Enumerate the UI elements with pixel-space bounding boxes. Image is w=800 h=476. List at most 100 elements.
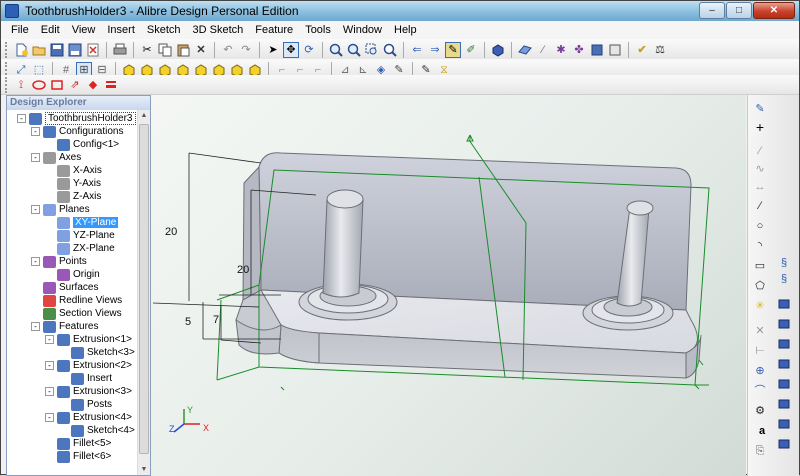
measure-icon[interactable]: ⚖	[652, 42, 668, 58]
tree-item[interactable]: Config<1>	[45, 138, 119, 151]
tree-item[interactable]: Surfaces	[31, 281, 98, 294]
menu-file[interactable]: File	[5, 24, 35, 36]
tree-item[interactable]: - Features	[31, 320, 98, 333]
pan-icon[interactable]: ✥	[283, 41, 299, 58]
tree-expander-icon[interactable]: -	[31, 257, 40, 266]
tree-expander-icon[interactable]: -	[45, 413, 54, 422]
extrude-boss-icon[interactable]	[776, 295, 792, 311]
dimension-20-inner[interactable]: 20	[237, 264, 249, 276]
menu-help[interactable]: Help	[388, 24, 423, 36]
tree-item[interactable]: - Configurations	[31, 125, 123, 138]
title-bar[interactable]: ToothbrushHolder3 - Alibre Design Person…	[1, 1, 799, 21]
delete-icon[interactable]: ✕	[193, 42, 209, 58]
zoom-window-icon[interactable]	[364, 42, 380, 58]
helix-icon[interactable]: §	[776, 271, 792, 287]
select-arrow-icon[interactable]: ➤	[265, 42, 281, 58]
tree-expander-icon[interactable]: -	[31, 322, 40, 331]
tree-expander-icon[interactable]: -	[31, 127, 40, 136]
menu-edit[interactable]: Edit	[35, 24, 66, 36]
pattern-icon[interactable]	[776, 435, 792, 451]
tree-item[interactable]: - Extrusion<2>	[45, 359, 132, 372]
tree-expander-icon[interactable]: -	[31, 205, 40, 214]
add-icon[interactable]: +	[752, 119, 768, 135]
revolve-cut-icon[interactable]	[776, 355, 792, 371]
paste-icon[interactable]	[175, 42, 191, 58]
tree-item[interactable]: Posts	[59, 398, 112, 411]
dimension-20-outer[interactable]: 20	[165, 226, 177, 238]
tree-expander-icon[interactable]: -	[45, 361, 54, 370]
tree-item[interactable]: - Planes	[31, 203, 90, 216]
redline-rectangle-icon[interactable]	[49, 77, 65, 93]
trim-tool-icon[interactable]: ✕	[752, 323, 768, 339]
text-tool-icon[interactable]: a	[754, 423, 770, 439]
mirror-icon[interactable]: ⊢	[752, 343, 768, 359]
redline-arrow-icon[interactable]: ⇗	[67, 77, 83, 93]
copy-icon[interactable]	[157, 42, 173, 58]
tree-item[interactable]: Y-Axis	[45, 177, 101, 190]
redline-fill-icon[interactable]: ◆	[85, 77, 101, 93]
menu-feature[interactable]: Feature	[249, 24, 299, 36]
zoom-fit-icon[interactable]	[382, 42, 398, 58]
equations-icon[interactable]	[607, 42, 623, 58]
tree-item[interactable]: Fillet<6>	[45, 450, 111, 463]
tree-item[interactable]: - Extrusion<1>	[45, 333, 132, 346]
redline-ellipse-icon[interactable]	[31, 77, 47, 93]
previous-view-icon[interactable]: ⇐	[409, 42, 425, 58]
dimension-7[interactable]: 7	[213, 314, 219, 326]
menu-window[interactable]: Window	[337, 24, 388, 36]
cut-icon[interactable]: ✂	[139, 42, 155, 58]
tree-item[interactable]: Section Views	[31, 307, 122, 320]
scroll-down-icon[interactable]: ▼	[139, 464, 149, 475]
spline-icon[interactable]: ∿	[752, 161, 768, 177]
save-all-icon[interactable]	[67, 42, 83, 58]
origin-tool-icon[interactable]: ✤	[571, 42, 587, 58]
minimize-button[interactable]: –	[699, 2, 725, 19]
circle-icon[interactable]: ○	[752, 218, 768, 234]
extrude-cut-icon[interactable]	[776, 335, 792, 351]
tree-item[interactable]: Origin	[45, 268, 100, 281]
close-button[interactable]: ✕	[753, 2, 795, 19]
tree-item[interactable]: - Extrusion<4>	[45, 411, 132, 424]
model-canvas[interactable]: 20 20 5 7 Y X Z	[151, 95, 746, 476]
plane-tool-icon[interactable]	[517, 42, 533, 58]
tree-item[interactable]: YZ-Plane	[45, 229, 115, 242]
tree-expander-icon[interactable]: -	[17, 114, 26, 123]
print-icon[interactable]	[112, 42, 128, 58]
tree-item[interactable]: - ToothbrushHolder3	[17, 112, 136, 125]
project-icon[interactable]: ⎘	[752, 443, 768, 459]
sketch-tool-icon[interactable]: ✎	[752, 101, 768, 117]
tree-item[interactable]: Fillet<5>	[45, 437, 111, 450]
dimension-5[interactable]: 5	[185, 316, 191, 328]
spring-icon[interactable]: §	[776, 255, 792, 271]
menu-insert[interactable]: Insert	[101, 24, 141, 36]
tree-item[interactable]: - Axes	[31, 151, 81, 164]
polygon-icon[interactable]: ⬠	[752, 278, 768, 294]
tree-item[interactable]: - Points	[31, 255, 87, 268]
tree-item[interactable]: Sketch<4>	[59, 424, 135, 437]
redline-line-icon[interactable]: ⟟	[13, 77, 29, 93]
line-icon[interactable]: ∕	[752, 198, 768, 214]
sweep-icon[interactable]	[776, 395, 792, 411]
tree-scrollbar[interactable]: ▲ ▼	[137, 110, 150, 475]
tree-item[interactable]: Insert	[59, 372, 112, 385]
tree-item[interactable]: Z-Axis	[45, 190, 101, 203]
tree-item[interactable]: Sketch<3>	[59, 346, 135, 359]
properties-icon[interactable]	[589, 42, 605, 58]
new-file-icon[interactable]	[13, 42, 29, 58]
scrollbar-thumb[interactable]	[139, 124, 149, 454]
toolbar-grip[interactable]	[5, 41, 8, 58]
sketch-point-icon[interactable]: ✳	[752, 298, 768, 314]
tree-item[interactable]: X-Axis	[45, 164, 102, 177]
point-tool-icon[interactable]: ✱	[553, 42, 569, 58]
tree-item[interactable]: ZX-Plane	[45, 242, 115, 255]
rotate-view-icon[interactable]: ⟳	[301, 42, 317, 58]
open-folder-icon[interactable]	[31, 42, 47, 58]
activate-sketch-icon[interactable]: ✐	[463, 42, 479, 58]
offset-icon[interactable]: ⊕	[752, 363, 768, 379]
tree-item[interactable]: - Extrusion<3>	[45, 385, 132, 398]
shell-icon[interactable]	[776, 415, 792, 431]
next-view-icon[interactable]: ⇒	[427, 42, 443, 58]
gear-icon[interactable]: ⚙	[752, 403, 768, 419]
zoom-in-icon[interactable]	[328, 42, 344, 58]
tree-expander-icon[interactable]: -	[45, 335, 54, 344]
